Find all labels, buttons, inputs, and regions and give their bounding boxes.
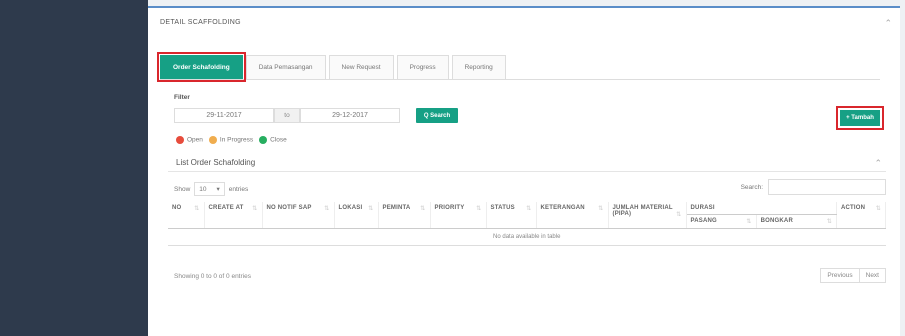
sort-icon: ⇅ [526,206,532,212]
entries-value: 10 [199,185,207,193]
order-table: NO ⇅ CREATE AT ⇅ NO NOTIF SAP ⇅ LOKASI ⇅ PEM… [168,202,887,246]
open-dot-icon [176,136,184,144]
chevron-down-icon: ▾ [216,186,220,193]
col-jumlah-material[interactable]: JUMLAH MATERIAL (PIPA) ⇅ [608,202,687,229]
col-priority[interactable]: PRIORITY ⇅ [430,202,487,229]
sort-icon: ⇅ [324,206,330,212]
entries-control: Show 10 ▾ entries [174,182,248,196]
add-button[interactable]: + Tambah [836,106,884,130]
sort-icon: ⇅ [875,206,881,212]
show-label: Show [174,185,191,193]
tab-bar: Order Schafolding Data Pemasangan New Re… [157,52,880,82]
col-no[interactable]: NO ⇅ [168,202,205,229]
date-to-input[interactable]: 29-12-2017 [300,108,400,123]
sidebar [0,0,148,336]
in-progress-dot-icon [208,136,217,144]
showing-info: Showing 0 to 0 of 0 entries [174,273,251,280]
col-action[interactable]: ACTION ⇅ [836,202,887,229]
col-create-at[interactable]: CREATE AT ⇅ [204,202,263,229]
col-keterangan[interactable]: KETERANGAN ⇅ [536,202,609,229]
legend-in-progress: In Progress [208,136,254,144]
next-button[interactable]: Next [858,269,885,282]
table-header-row: NO ⇅ CREATE AT ⇅ NO NOTIF SAP ⇅ LOKASI ⇅ PEM… [168,202,887,229]
col-no-notif-sap[interactable]: NO NOTIF SAP ⇅ [262,202,335,229]
col-status[interactable]: STATUS ⇅ [486,202,537,229]
chevron-up-icon[interactable]: ⌃ [874,158,882,169]
col-durasi: DURASI [686,202,837,215]
sort-icon: ⇅ [368,206,374,212]
entries-select[interactable]: 10 ▾ [194,182,225,196]
chevron-up-icon[interactable]: ⌃ [884,18,892,29]
table-row: No data available in table [168,228,886,246]
tab-reporting[interactable]: Reporting [451,55,506,79]
sort-icon: ⇅ [252,206,258,212]
col-lokasi[interactable]: LOKASI ⇅ [334,202,379,229]
table-search: Search: [741,179,886,195]
tab-progress[interactable]: Progress [396,55,449,79]
sort-icon: ⇅ [476,206,482,212]
col-peminta[interactable]: PEMINTA ⇅ [378,202,431,229]
date-from-input[interactable]: 29-11-2017 [174,108,274,123]
list-title: List Order Schafolding [176,158,256,167]
previous-button[interactable]: Previous [821,269,858,282]
status-legend: Open In Progress Close [176,136,287,144]
tab-new-request[interactable]: New Request [328,55,394,79]
sort-icon: ⇅ [598,206,604,212]
detail-panel: DETAIL SCAFFOLDING ⌃ Order Schafolding D… [148,6,900,336]
sort-icon: ⇅ [420,206,426,212]
tab-order-schafolding[interactable]: Order Schafolding [157,52,246,82]
filter-label: Filter [174,94,190,101]
legend-close-label: Close [270,136,287,144]
sort-icon: ⇅ [676,212,682,218]
divider [168,171,886,172]
sort-icon: ⇅ [746,219,752,225]
entries-label: entries [228,185,249,193]
pagination: Previous Next [820,268,886,283]
legend-close: Close [259,136,287,144]
sort-icon: ⇅ [826,219,832,225]
col-bongkar[interactable]: BONGKAR ⇅ [756,214,837,229]
legend-open-label: Open [187,136,203,144]
col-pasang[interactable]: PASANG ⇅ [686,214,757,229]
legend-open: Open [176,136,203,144]
sort-icon: ⇅ [194,206,200,212]
panel-title: DETAIL SCAFFOLDING [160,19,241,26]
legend-in-progress-label: In Progress [219,136,254,144]
search-input[interactable] [768,179,886,195]
search-button[interactable]: Q Search [416,108,458,123]
empty-message: No data available in table [168,228,886,246]
close-dot-icon [259,136,268,144]
tab-data-pemasangan[interactable]: Data Pemasangan [245,55,326,79]
search-label: Search: [740,183,763,191]
date-to-label: to [274,108,300,123]
